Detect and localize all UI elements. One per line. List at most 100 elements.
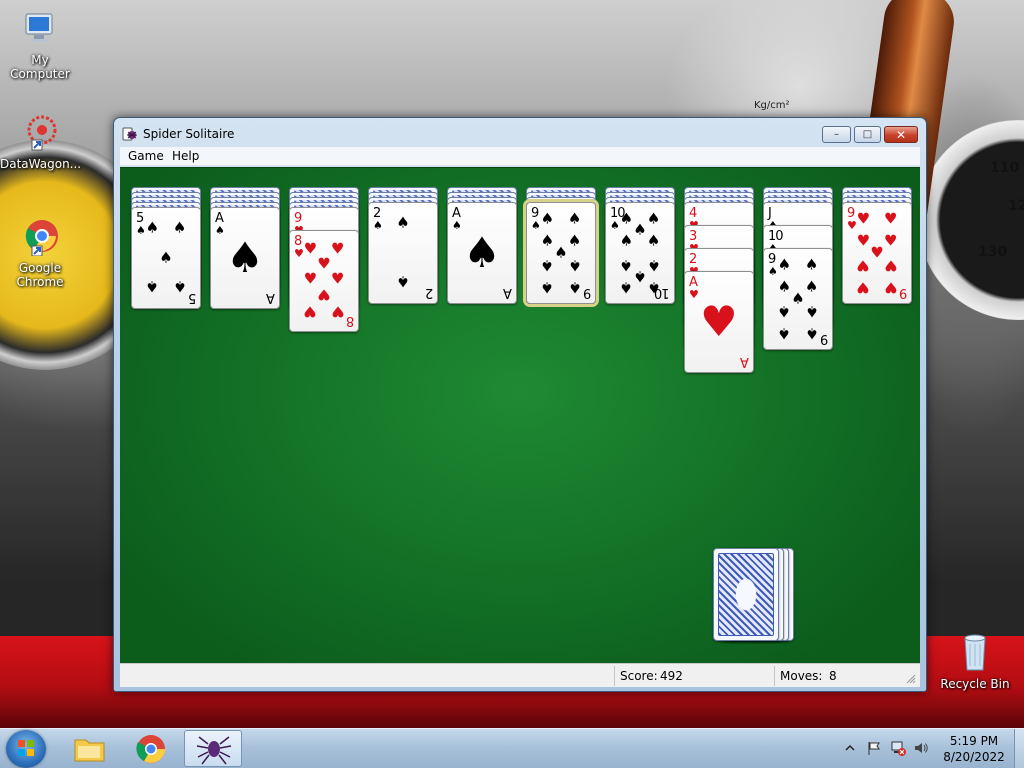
card-suit-icon: ♠ [646, 231, 661, 250]
show-hidden-icons-icon[interactable] [845, 743, 855, 753]
game-board[interactable]: 5♠5♠♠♠♠♠A♠A♠9♥8♥8♥♥♥♥♥♥♥♥2♠2♠♠A♠A♠9♠9♠♠♠… [120, 167, 920, 663]
card-suit-icon: ♠ [396, 213, 410, 232]
card-suit-icon: ♠ [136, 224, 146, 237]
desktop-icon-my-computer[interactable]: My Computer [0, 8, 80, 81]
playing-card[interactable]: 2 ♠ 2 ♠ ♠ [368, 202, 438, 304]
card-suit-icon: ♥ [330, 302, 345, 321]
taskbar-file-explorer[interactable] [60, 730, 118, 767]
card-suit-icon: ♠ [619, 278, 634, 297]
card-suit-icon: ♥ [883, 231, 898, 250]
card-suit-icon: ♠ [777, 277, 792, 296]
gauge-label-120: 120 [1008, 198, 1024, 214]
card-suit-icon: ♠ [215, 224, 225, 237]
card-suit-icon: ♠ [540, 256, 555, 275]
card-suit-icon: ♥ [303, 239, 318, 258]
card-suit-icon: ♥ [689, 288, 699, 301]
card-suit-icon: ♥ [303, 302, 318, 321]
card-suit-icon: ♠ [567, 231, 582, 250]
network-disconnected-icon[interactable] [890, 740, 906, 756]
clock[interactable]: 5:19 PM 8/20/2022 [936, 733, 1012, 765]
card-suit-icon: ♥ [700, 297, 738, 346]
menu-game[interactable]: Game [128, 149, 164, 163]
desktop-icon-google-chrome[interactable]: Google Chrome [0, 216, 80, 289]
card-suit-icon: ♠ [540, 209, 555, 228]
title-bar[interactable]: Spider Solitaire – □ ✕ [114, 118, 926, 148]
card-suit-icon: ♠ [567, 278, 582, 297]
card-suit-icon: ♠ [172, 277, 187, 296]
card-suit-icon: ♠ [768, 265, 778, 278]
card-rank: A [741, 354, 749, 369]
maximize-icon: □ [862, 129, 873, 140]
status-separator [614, 666, 615, 686]
card-rank: 9 [583, 285, 591, 300]
card-rank: 5 [188, 290, 196, 305]
card-suit-icon: ♠ [159, 248, 173, 267]
menu-help[interactable]: Help [172, 149, 199, 163]
card-rank: A [267, 290, 275, 305]
playing-card[interactable]: 5 ♠ 5 ♠ ♠ ♠ ♠ ♠ [131, 207, 201, 309]
card-suit-icon: ♠ [396, 272, 410, 291]
action-center-flag-icon[interactable] [866, 740, 882, 756]
desktop-icon-recycle-bin[interactable]: Recycle Bin [935, 632, 1015, 691]
playing-card[interactable]: 9 ♠ 9 ♠ ♠ ♠ ♠ ♠ ♠ ♠ ♠ ♠ [526, 202, 596, 304]
resize-grip-icon[interactable] [906, 674, 916, 684]
card-suit-icon: ♠ [531, 219, 541, 232]
card-suit-icon: ♠ [646, 256, 661, 275]
card-suit-icon: ♥ [330, 239, 345, 258]
playing-card[interactable]: A ♠ A ♠ [447, 202, 517, 304]
window-title: Spider Solitaire [143, 127, 235, 141]
moves-value: 8 [829, 669, 837, 683]
card-suit-icon: ♥ [870, 243, 884, 262]
card-suit-icon: ♠ [777, 255, 792, 274]
card-rank: 8 [346, 313, 354, 328]
playing-card[interactable]: 10 ♠ 10 ♠ ♠ ♠ ♠ ♠ ♠ ♠ ♠ ♠ ♠ [605, 202, 675, 304]
recycle-bin-icon [964, 634, 986, 671]
card-suit-icon: ♠ [567, 256, 582, 275]
card-suit-icon: ♠ [452, 219, 462, 232]
card-suit-icon: ♥ [883, 209, 898, 228]
stock-card-back[interactable] [713, 548, 779, 641]
card-suit-icon: ♠ [804, 302, 819, 321]
playing-card[interactable]: A ♠ A ♠ [210, 207, 280, 309]
folder-icon [74, 739, 105, 762]
card-suit-icon: ♠ [777, 302, 792, 321]
desktop-icon-datawagon[interactable]: DataWagon... [0, 112, 81, 171]
spider-solitaire-app-icon [122, 127, 137, 141]
volume-icon[interactable] [913, 740, 929, 756]
card-suit-icon: ♥ [317, 254, 331, 273]
clock-date: 8/20/2022 [943, 750, 1005, 764]
playing-card[interactable]: A ♥ A ♥ [684, 271, 754, 373]
card-suit-icon: ♠ [791, 289, 805, 308]
spider-icon [196, 736, 232, 765]
playing-card[interactable]: 9 ♠ 9 ♠ ♠ ♠ ♠ ♠ ♠ ♠ ♠ ♠ [763, 248, 833, 350]
playing-card[interactable]: 8 ♥ 8 ♥ ♥ ♥ ♥ ♥ ♥ ♥ ♥ [289, 230, 359, 332]
desktop-icon-label: My Computer [10, 53, 70, 81]
playing-card[interactable]: 9 ♥ 9 ♥ ♥ ♥ ♥ ♥ ♥ ♥ ♥ ♥ [842, 202, 912, 304]
card-suit-icon: ♥ [856, 256, 871, 275]
taskbar: 5:19 PM 8/20/2022 [0, 728, 1024, 768]
score-label: Score: [620, 669, 658, 683]
card-suit-icon: ♥ [294, 247, 304, 260]
chrome-icon [25, 220, 58, 257]
computer-icon [25, 13, 53, 42]
show-desktop-button[interactable] [1014, 729, 1024, 768]
start-button[interactable] [6, 730, 46, 768]
menu-bar: Game Help [120, 147, 920, 166]
moves-label: Moves: [780, 669, 823, 683]
card-rank: A [504, 285, 512, 300]
card-suit-icon: ♠ [619, 256, 634, 275]
maximize-button[interactable]: □ [854, 126, 881, 143]
minimize-button[interactable]: – [822, 126, 851, 143]
card-suit-icon: ♠ [804, 255, 819, 274]
card-suit-icon: ♠ [777, 324, 792, 343]
taskbar-spider-solitaire[interactable] [184, 730, 242, 767]
card-suit-icon: ♠ [554, 243, 568, 262]
card-suit-icon: ♠ [633, 267, 647, 286]
card-suit-icon: ♥ [847, 219, 857, 232]
card-suit-icon: ♥ [317, 285, 331, 304]
card-suit-icon: ♠ [463, 228, 501, 277]
card-suit-icon: ♥ [883, 278, 898, 297]
taskbar-google-chrome[interactable] [122, 730, 180, 767]
close-button[interactable]: ✕ [884, 126, 918, 143]
spider-solitaire-window: Spider Solitaire – □ ✕ Game Help 5 ♠ 5 ♠ ♠ ♠ ♠… [113, 117, 927, 692]
